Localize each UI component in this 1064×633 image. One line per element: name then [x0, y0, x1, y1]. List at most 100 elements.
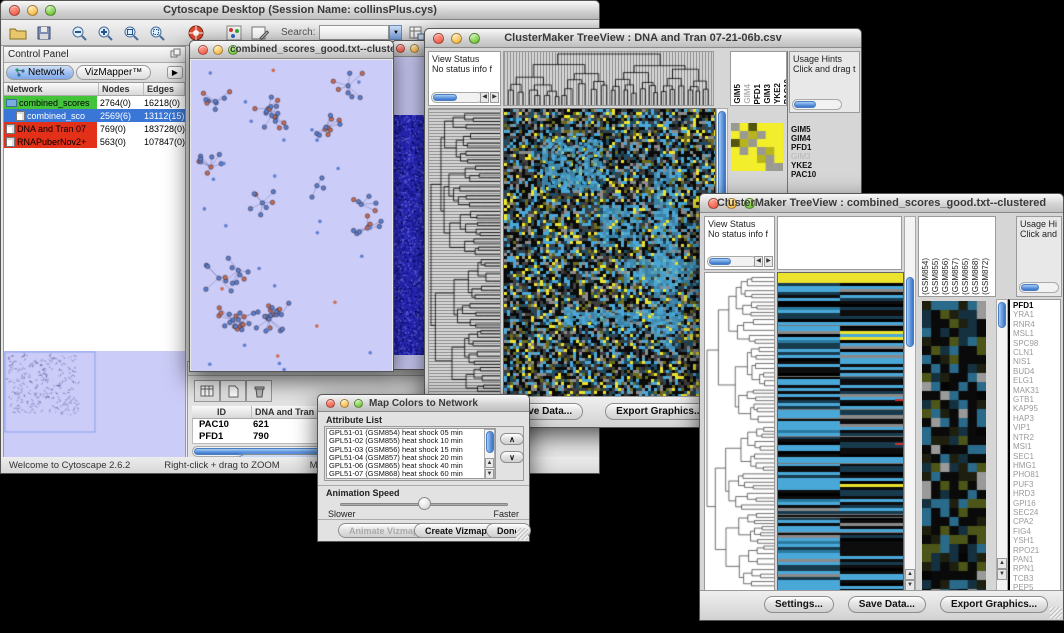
tv2-cluster-heatmap[interactable] [922, 301, 986, 591]
new-attribute-icon[interactable] [220, 380, 246, 402]
network-canvas[interactable] [191, 60, 392, 371]
close-icon[interactable] [433, 33, 444, 44]
close-icon[interactable] [326, 399, 335, 408]
zoom-selected-icon[interactable] [147, 23, 169, 43]
control-panel: Control Panel Network VizMapper™ ▶ Netwo… [3, 46, 186, 459]
control-panel-title: Control Panel [8, 49, 69, 60]
close-icon[interactable] [9, 5, 20, 16]
scroll-left-icon[interactable]: ◀ [754, 256, 763, 267]
close-icon[interactable] [198, 45, 208, 55]
search-input[interactable]: ▼ [319, 25, 402, 40]
network-table-header[interactable]: Network Nodes Edges [4, 83, 185, 96]
tab-network-label: Network [28, 67, 65, 78]
network-file-icon [6, 137, 15, 147]
tab-network[interactable]: Network [6, 65, 74, 80]
status-hint-zoom: Right-click + drag to ZOOM [164, 460, 279, 471]
slider-thumb[interactable] [418, 497, 431, 510]
tv1-view-status: View Status No status info f ◀ ▶ [428, 51, 501, 106]
zoom-window-icon[interactable] [354, 399, 363, 408]
save-session-icon[interactable] [33, 23, 55, 43]
data-panel-toolbar [194, 380, 272, 402]
tv2-usage-hints: Usage Hi Click and [1016, 216, 1062, 297]
network-file-icon [6, 99, 17, 107]
network-row[interactable]: combined_scores 2764(0) 16218(0) [4, 96, 185, 109]
move-down-button[interactable]: ∨ [500, 451, 524, 463]
network-row[interactable]: DNA and Tran 07 769(0) 183728(0) [4, 122, 185, 135]
tv1-action-button[interactable]: Export Graphics... [605, 403, 713, 420]
treeview2-titlebar[interactable]: ClusterMaker TreeView : combined_scores_… [700, 194, 1063, 213]
network-file-icon [6, 124, 15, 134]
scroll-up-icon[interactable]: ▲ [997, 558, 1007, 569]
zoom-window-icon[interactable] [45, 5, 56, 16]
treeview1-title: ClusterMaker TreeView : DNA and Tran 07-… [425, 32, 861, 44]
main-titlebar[interactable]: Cytoscape Desktop (Session Name: collins… [1, 1, 599, 20]
tab-vizmapper[interactable]: VizMapper™ [76, 65, 152, 80]
delete-attribute-icon[interactable] [246, 380, 272, 402]
minimize-icon[interactable] [451, 33, 462, 44]
tv2-action-button[interactable]: Save Data... [848, 596, 926, 613]
close-icon[interactable] [708, 198, 719, 209]
tv2-action-button[interactable]: Settings... [764, 596, 834, 613]
minimize-icon[interactable] [410, 44, 419, 53]
tv2-column-tree-area[interactable] [777, 216, 902, 270]
main-window-title: Cytoscape Desktop (Session Name: collins… [1, 4, 599, 16]
minimize-icon[interactable] [726, 198, 737, 209]
network-view-titlebar[interactable]: combined_scores_good.txt--cluste... [190, 41, 393, 59]
tv2-col-labels: GPL51-01 (GSM854)GPL51-02 (GSM855)GPL51-… [921, 258, 990, 297]
close-icon[interactable] [396, 44, 405, 53]
scroll-up-icon[interactable]: ▲ [485, 458, 494, 468]
tv1-cluster-matrix[interactable] [731, 123, 783, 171]
zoom-window-icon[interactable] [228, 45, 238, 55]
tv1-row-dendrogram[interactable] [428, 108, 501, 396]
scroll-down-icon[interactable]: ▼ [485, 469, 494, 479]
animation-speed-label: Animation Speed [326, 488, 400, 498]
zoom-in-icon[interactable] [95, 23, 117, 43]
minimize-icon[interactable] [213, 45, 223, 55]
search-dropdown-icon[interactable]: ▼ [389, 25, 402, 40]
network-view-title: combined_scores_good.txt--cluste... [230, 44, 393, 55]
tv2-vscrollbar[interactable]: ▲ ▼ [904, 216, 916, 591]
tv1-heatmap[interactable] [503, 108, 716, 398]
scroll-left-icon[interactable]: ◀ [480, 92, 489, 103]
network-row[interactable]: combined_sco 2569(6) 13112(15) [4, 109, 185, 122]
attribute-listbox[interactable]: GPL51-01 (GSM854) heat shock 05 minGPL51… [326, 428, 496, 479]
scroll-right-icon[interactable]: ▶ [764, 256, 773, 267]
tv2-heatmap[interactable] [777, 272, 904, 593]
minimize-icon[interactable] [340, 399, 349, 408]
minimize-icon[interactable] [27, 5, 38, 16]
attribute-list-scrollbar[interactable]: ▲ ▼ [484, 429, 495, 479]
tv1-status-hscrollbar[interactable] [431, 92, 483, 103]
tv2-usage-hscrollbar[interactable] [1019, 282, 1059, 293]
attribute-list-label: Attribute List [326, 415, 382, 425]
move-up-button[interactable]: ∧ [500, 433, 524, 445]
zoom-out-icon[interactable] [69, 23, 91, 43]
tv2-label-vscrollbar[interactable]: ▲ ▼ [996, 299, 1008, 591]
tv2-button-bar: Settings... Save Data... Export Graphics..… [700, 590, 1063, 620]
tv2-row-dendrogram[interactable] [704, 272, 775, 591]
zoom-window-icon[interactable] [744, 198, 755, 209]
scroll-up-icon[interactable]: ▲ [905, 569, 915, 580]
network-row[interactable]: RNAPuberNov2+ 563(0) 107847(0) [4, 135, 185, 148]
tv1-column-dendrogram[interactable] [503, 51, 714, 106]
tab-overflow-button[interactable]: ▶ [167, 66, 183, 79]
tv2-buttons: Settings... Save Data... Export Graphics..… [764, 596, 1048, 613]
float-panel-icon[interactable] [170, 48, 181, 61]
scroll-right-icon[interactable]: ▶ [490, 92, 499, 103]
tv2-gene-labels: PFD1YRA1RNR4MSL1SPC98CLN1NIS1BUD4ELG1MAK… [1013, 301, 1039, 591]
tv2-status-hscrollbar[interactable] [707, 256, 757, 267]
zoom-fit-icon[interactable] [121, 23, 143, 43]
attribute-list-item[interactable]: GPL51-07 (GSM868) heat shock 60 min [329, 470, 495, 478]
tv2-action-button[interactable]: Export Graphics... [940, 596, 1048, 613]
tv2-col-labels-panel: GPL51-01 (GSM854)GPL51-02 (GSM855)GPL51-… [918, 216, 996, 297]
dialog-titlebar[interactable]: Map Colors to Network [318, 395, 529, 412]
table-mode-icon[interactable] [194, 380, 220, 402]
open-session-icon[interactable] [7, 23, 29, 43]
zoom-window-icon[interactable] [469, 33, 480, 44]
tv1-col-labels-panel: GIM5GIM4PFD1GIM3YKE2PAC10 [730, 51, 787, 106]
tv1-usage-hscrollbar[interactable] [792, 99, 842, 110]
network-overview-thumbnail[interactable] [4, 351, 185, 457]
treeview1-titlebar[interactable]: ClusterMaker TreeView : DNA and Tran 07-… [425, 29, 861, 48]
map-colors-dialog: Map Colors to Network Attribute List GPL… [317, 394, 530, 542]
tv1-col-labels: GIM5GIM4PFD1GIM3YKE2PAC10 [733, 79, 787, 104]
scroll-down-icon[interactable]: ▼ [997, 569, 1007, 580]
